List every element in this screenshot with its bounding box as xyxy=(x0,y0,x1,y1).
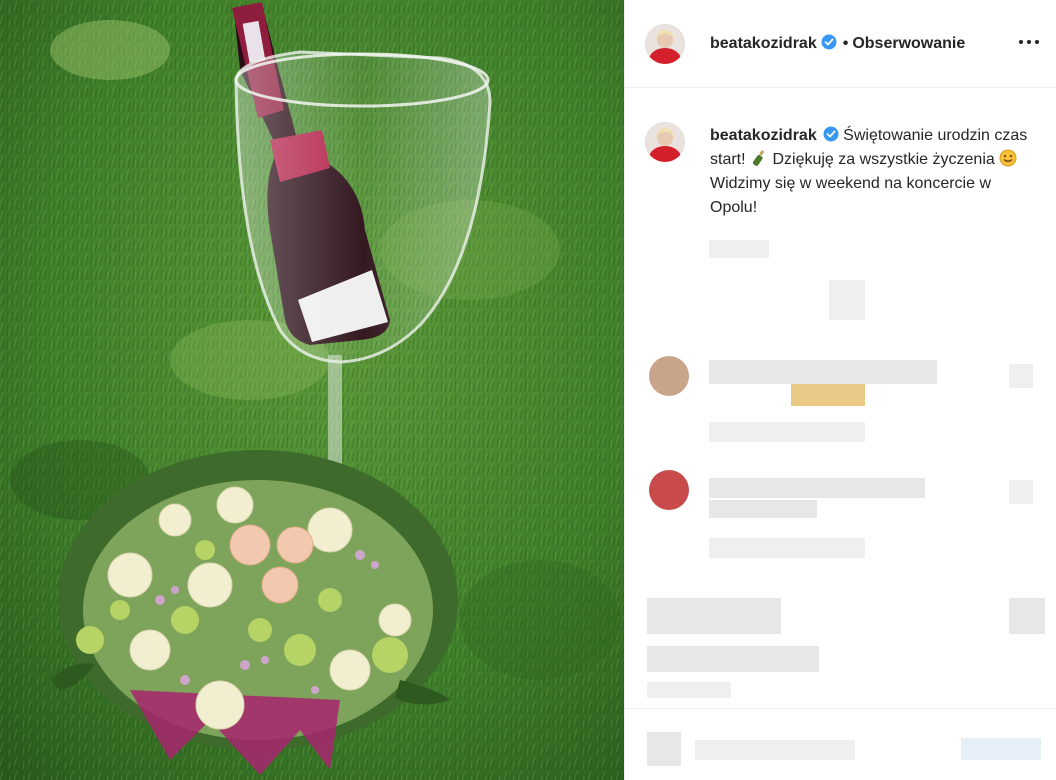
blurred-action-icons xyxy=(647,598,781,634)
header-username[interactable]: beatakozidrak xyxy=(710,35,817,52)
photo-image xyxy=(0,0,624,780)
smiling-face-emoji-icon xyxy=(999,149,1017,167)
blurred-comment-emoji xyxy=(791,384,865,406)
caption-text: beatakozidrak Świętowanie urodzin czas s… xyxy=(710,124,1040,220)
caption-avatar[interactable] xyxy=(645,122,685,162)
caption-username[interactable]: beatakozidrak xyxy=(710,127,817,144)
verified-badge-icon xyxy=(821,34,837,50)
separator-dot: • xyxy=(842,35,849,52)
bottle-emoji-icon xyxy=(752,149,765,166)
verified-badge-icon xyxy=(823,126,839,142)
blurred-save-icon xyxy=(1009,598,1045,634)
blurred-comment-text xyxy=(709,478,925,498)
blurred-comment-text xyxy=(709,360,937,384)
blurred-timestamp xyxy=(709,240,769,258)
caption-part-3: Widzimy się w weekend na koncercie w Opo… xyxy=(710,175,991,216)
following-button[interactable]: Obserwowanie xyxy=(852,35,965,52)
blurred-like-icon xyxy=(1009,364,1033,388)
blurred-likes-count xyxy=(647,646,819,672)
blurred-comment-meta xyxy=(709,538,865,558)
header-line: beatakozidrak • Obserwowanie xyxy=(710,34,965,53)
avatar-image xyxy=(645,24,685,64)
blurred-post-date xyxy=(647,682,731,698)
blurred-comment-input xyxy=(695,740,855,760)
blurred-comment-text xyxy=(709,500,817,518)
blurred-like-icon xyxy=(1009,480,1033,504)
caption-part-2: Dziękuję za wszystkie życzenia xyxy=(772,151,995,168)
blurred-post-button xyxy=(961,738,1041,760)
blurred-comment-meta xyxy=(709,422,865,442)
avatar-image xyxy=(645,122,685,162)
post-sidebar: beatakozidrak • Obserwowanie beatakozidrak… xyxy=(624,0,1056,780)
blurred-emoji-button xyxy=(647,732,681,766)
blurred-avatar xyxy=(649,356,689,396)
blurred-avatar xyxy=(649,470,689,510)
post-header: beatakozidrak • Obserwowanie xyxy=(625,0,1056,88)
avatar[interactable] xyxy=(645,24,685,64)
blurred-load-more xyxy=(829,280,865,320)
more-options-icon[interactable] xyxy=(1017,30,1041,54)
divider xyxy=(625,708,1056,709)
post-photo[interactable] xyxy=(0,0,624,780)
